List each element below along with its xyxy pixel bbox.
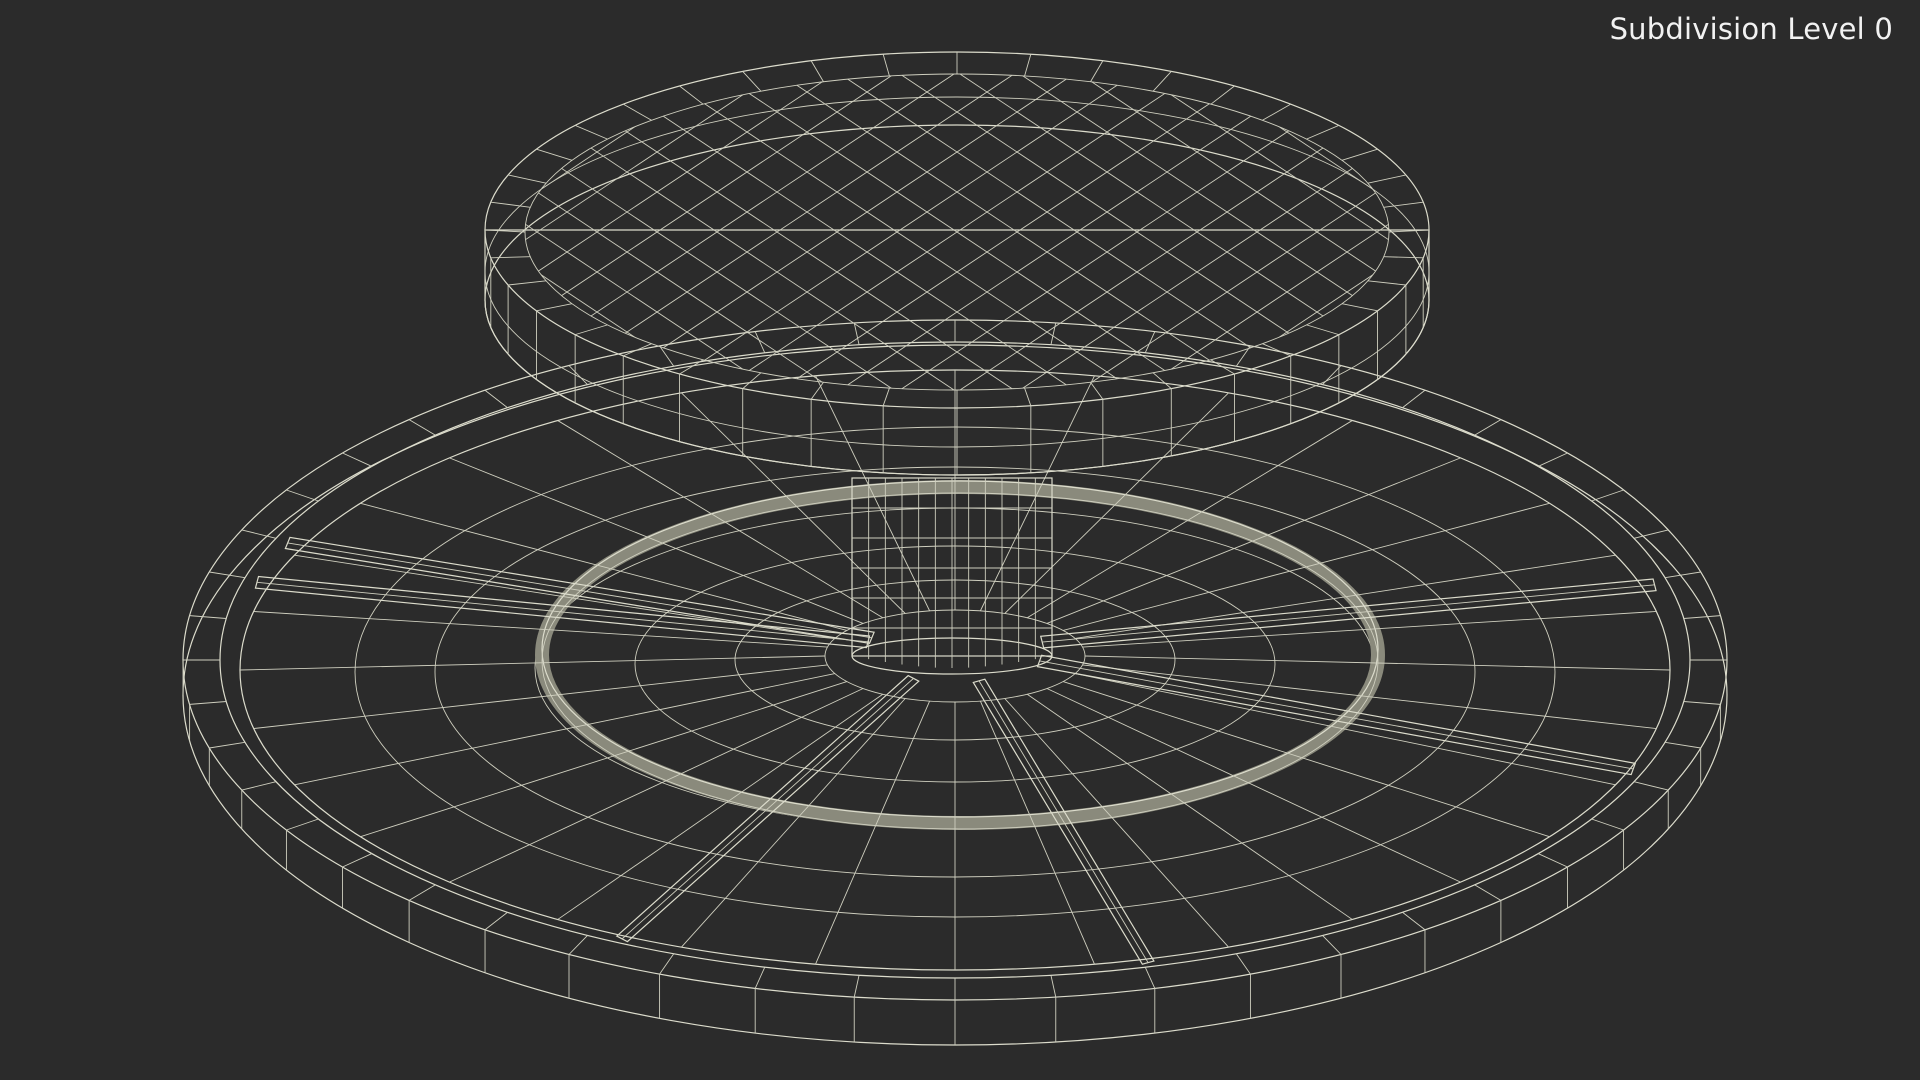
3d-viewport[interactable]: Subdivision Level 0 <box>0 0 1920 1080</box>
floor-radials <box>239 370 1671 970</box>
tray-divider-edge <box>1039 660 1634 770</box>
subdivision-level-label: Subdivision Level 0 <box>1609 12 1893 46</box>
lazy-susan-wireframe-model <box>182 51 1728 1046</box>
tray-divider-edge <box>287 542 872 639</box>
top-face-grid <box>525 74 1389 390</box>
top-rim-segments <box>484 52 1430 475</box>
inner-divider-ring <box>535 480 1385 830</box>
center-post <box>851 477 1053 675</box>
lower-tray <box>182 319 1728 1046</box>
tray-dividers <box>254 536 1657 965</box>
upper-tray <box>484 51 1430 476</box>
tray-divider-edge <box>621 678 914 940</box>
